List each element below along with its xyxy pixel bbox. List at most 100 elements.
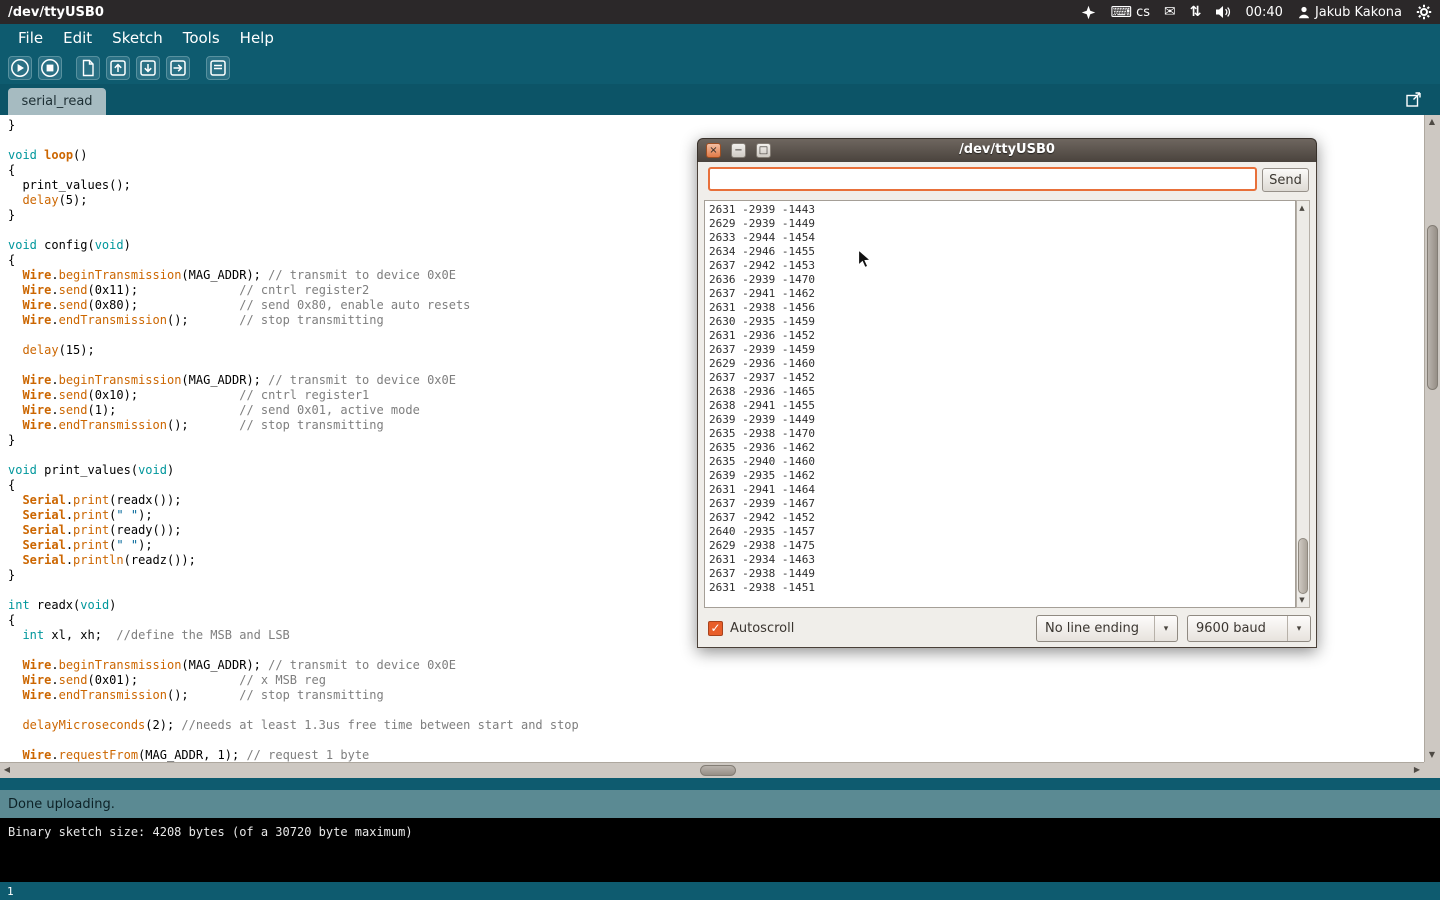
chevron-down-icon: ▾ <box>1287 616 1310 641</box>
serial-line: 2637 -2942 -1452 <box>709 511 1291 525</box>
serial-line: 2639 -2935 -1462 <box>709 469 1291 483</box>
menu-bar: FileEditSketchToolsHelp <box>0 24 1440 51</box>
new-sketch-icon <box>77 57 99 79</box>
serial-monitor-titlebar[interactable]: × − □ /dev/ttyUSB0 <box>697 138 1317 162</box>
editor-vscroll-thumb[interactable] <box>1427 225 1438 390</box>
mail-icon: ✉ <box>1164 4 1176 20</box>
keyboard-layout-indicator[interactable]: ⌨ cs <box>1110 5 1150 20</box>
serial-line: 2638 -2936 -1465 <box>709 385 1291 399</box>
serial-monitor-window: × − □ /dev/ttyUSB0 Send 2631 -2939 -1443… <box>697 138 1317 648</box>
menu-file[interactable]: File <box>8 25 53 51</box>
serial-line: 2637 -2938 -1449 <box>709 567 1291 581</box>
code-line <box>8 703 1424 718</box>
serial-line: 2631 -2939 -1443 <box>709 203 1291 217</box>
network-arrows-icon: ⇅ <box>1190 4 1202 20</box>
serial-monitor-title: /dev/ttyUSB0 <box>698 142 1316 157</box>
serial-send-input[interactable] <box>708 167 1257 191</box>
serial-line: 2630 -2935 -1459 <box>709 315 1291 329</box>
serial-line: 2635 -2936 -1462 <box>709 441 1291 455</box>
session-menu[interactable] <box>1416 4 1432 20</box>
editor-hscroll-thumb[interactable] <box>700 765 736 776</box>
network-indicator[interactable]: ⇅ <box>1190 4 1202 20</box>
build-console[interactable]: Binary sketch size: 4208 bytes (of a 307… <box>0 818 1440 882</box>
serial-line: 2631 -2936 -1452 <box>709 329 1291 343</box>
autoscroll-label: Autoscroll <box>730 621 794 636</box>
menu-tools[interactable]: Tools <box>173 25 230 51</box>
code-line: Wire.send(0x01); // x MSB reg <box>8 673 1424 688</box>
scroll-right-icon[interactable]: ▶ <box>1410 763 1424 777</box>
serial-line: 2631 -2938 -1456 <box>709 301 1291 315</box>
serial-output-scrollbar[interactable]: ▲ ▼ <box>1296 200 1310 608</box>
serial-line: 2635 -2940 -1460 <box>709 455 1291 469</box>
status-bar: Done uploading. <box>0 790 1440 818</box>
save-sketch-icon <box>137 57 159 79</box>
new-button[interactable] <box>76 56 100 80</box>
open-button[interactable] <box>106 56 130 80</box>
menu-edit[interactable]: Edit <box>53 25 102 51</box>
scroll-down-icon[interactable]: ▼ <box>1425 748 1439 762</box>
serial-output[interactable]: 2631 -2939 -14432629 -2939 -14492633 -29… <box>704 200 1296 608</box>
gear-icon <box>1416 4 1432 20</box>
editor-vertical-scrollbar[interactable]: ▲ ▼ <box>1424 115 1440 762</box>
menu-sketch[interactable]: Sketch <box>102 25 173 51</box>
user-icon <box>1297 5 1311 20</box>
line-ending-value: No line ending <box>1037 621 1154 636</box>
serial-monitor-body: Send 2631 -2939 -14432629 -2939 -1449263… <box>697 162 1317 648</box>
serial-monitor-icon <box>207 57 229 79</box>
app-indicator[interactable] <box>1081 5 1096 20</box>
code-line: delayMicroseconds(2); //needs at least 1… <box>8 718 1424 733</box>
chevron-down-icon: ▾ <box>1154 616 1177 641</box>
serial-line: 2638 -2941 -1455 <box>709 399 1291 413</box>
serial-line: 2637 -2937 -1452 <box>709 371 1291 385</box>
messaging-indicator[interactable]: ✉ <box>1164 4 1176 20</box>
speaker-icon <box>1215 5 1231 19</box>
tab-menu-icon <box>1405 90 1423 108</box>
indicator-area: ⌨ cs ✉ ⇅ 00:40 Jakub Kakona <box>1081 4 1432 20</box>
code-line: Wire.endTransmission(); // stop transmit… <box>8 688 1424 703</box>
line-number: 1 <box>7 885 14 898</box>
send-button[interactable]: Send <box>1262 168 1309 192</box>
clock[interactable]: 00:40 <box>1245 5 1282 20</box>
scroll-down-icon[interactable]: ▼ <box>1296 593 1308 607</box>
upload-button[interactable] <box>166 56 190 80</box>
verify-button[interactable] <box>8 56 32 80</box>
scroll-up-icon[interactable]: ▲ <box>1296 201 1308 215</box>
status-message: Done uploading. <box>8 797 115 812</box>
serial-scroll-thumb[interactable] <box>1298 538 1308 594</box>
baud-rate-select[interactable]: 9600 baud ▾ <box>1187 615 1311 642</box>
serial-line: 2631 -2934 -1463 <box>709 553 1291 567</box>
editor-horizontal-scrollbar[interactable]: ◀ ▶ <box>0 762 1424 778</box>
tab-strip: serial_read <box>0 84 1440 115</box>
code-line: } <box>8 118 1424 133</box>
user-menu[interactable]: Jakub Kakona <box>1297 5 1402 20</box>
serial-line: 2633 -2944 -1454 <box>709 231 1291 245</box>
status-strip <box>0 778 1440 790</box>
autoscroll-checkbox[interactable]: ✓ <box>708 621 723 636</box>
stop-button[interactable] <box>38 56 62 80</box>
volume-indicator[interactable] <box>1215 5 1231 19</box>
line-ending-select[interactable]: No line ending ▾ <box>1036 615 1178 642</box>
serial-line: 2631 -2938 -1451 <box>709 581 1291 595</box>
serial-line: 2637 -2939 -1459 <box>709 343 1291 357</box>
menu-help[interactable]: Help <box>230 25 284 51</box>
scrollbar-corner <box>1424 762 1440 778</box>
scroll-left-icon[interactable]: ◀ <box>0 763 14 777</box>
serial-line: 2639 -2939 -1449 <box>709 413 1291 427</box>
baud-rate-value: 9600 baud <box>1188 621 1287 636</box>
code-line: Wire.requestFrom(MAG_ADDR, 1); // reques… <box>8 748 1424 762</box>
save-button[interactable] <box>136 56 160 80</box>
panel-window-title: /dev/ttyUSB0 <box>8 5 104 20</box>
tab-menu-button[interactable] <box>1404 90 1424 110</box>
keyboard-layout-label: cs <box>1136 5 1150 20</box>
stop-icon <box>39 57 61 79</box>
serial-line: 2635 -2938 -1470 <box>709 427 1291 441</box>
tab-serial-read[interactable]: serial_read <box>8 88 106 115</box>
serial-monitor-button[interactable] <box>206 56 230 80</box>
top-panel: /dev/ttyUSB0 ⌨ cs ✉ ⇅ 00:40 Jakub Kakona <box>0 0 1440 24</box>
scroll-up-icon[interactable]: ▲ <box>1425 115 1439 129</box>
keyboard-icon: ⌨ <box>1110 5 1132 20</box>
serial-line: 2629 -2936 -1460 <box>709 357 1291 371</box>
serial-line: 2629 -2939 -1449 <box>709 217 1291 231</box>
serial-line: 2631 -2941 -1464 <box>709 483 1291 497</box>
line-number-bar: 1 <box>0 882 1440 900</box>
